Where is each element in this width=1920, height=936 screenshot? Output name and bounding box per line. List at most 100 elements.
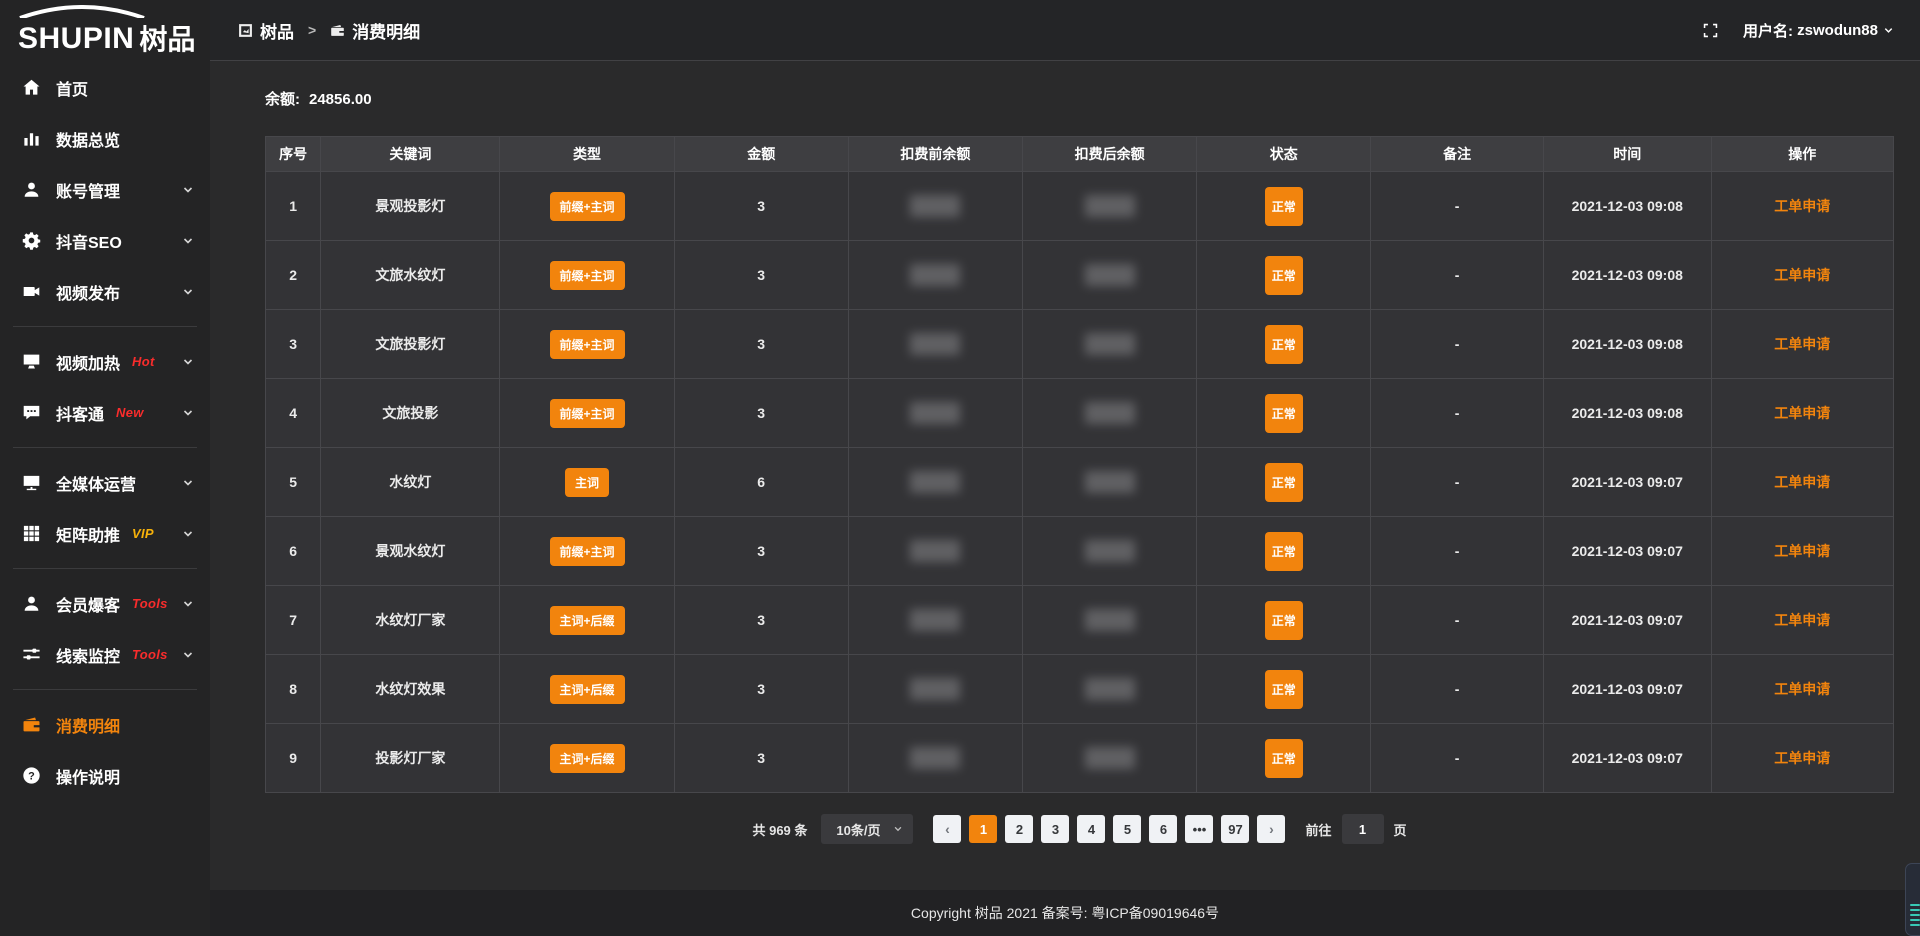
cell-index: 2 [266, 241, 321, 310]
masked-value [910, 678, 960, 700]
fullscreen-icon[interactable] [1702, 22, 1719, 39]
sidebar-item-data-overview[interactable]: 数据总览 [0, 113, 210, 164]
type-badge: 前缀+主词 [550, 330, 625, 359]
column-header: 扣费前余额 [848, 137, 1022, 172]
menu-divider [13, 326, 197, 327]
goto-suffix: 页 [1394, 820, 1407, 839]
chat-widget-stripe [1910, 924, 1920, 926]
work-order-link[interactable]: 工单申请 [1774, 543, 1830, 559]
sidebar-item-video-publish[interactable]: 视频发布 [0, 266, 210, 317]
logo-text-cn: 树品 [139, 26, 195, 54]
page-button-4[interactable]: 4 [1077, 815, 1105, 843]
sidebar-item-label: 会员爆客 [56, 592, 120, 616]
sidebar-item-member-baoke[interactable]: 会员爆客Tools [0, 578, 210, 629]
sidebar-item-consume-detail[interactable]: 消费明细 [0, 699, 210, 750]
grid-icon [22, 524, 41, 543]
work-order-link[interactable]: 工单申请 [1774, 336, 1830, 352]
user-menu[interactable]: 用户名: zswodun88 [1743, 20, 1894, 41]
cell-index: 3 [266, 310, 321, 379]
breadcrumb-item-shupin[interactable]: 树品 [238, 18, 294, 43]
next-page-button[interactable]: › [1257, 815, 1285, 843]
chevron-down-icon [182, 477, 194, 489]
page-size-select[interactable]: 10条/页 [821, 814, 913, 844]
status-badge: 正常 [1265, 325, 1303, 364]
breadcrumb-item-consume-detail[interactable]: 消费明细 [330, 18, 420, 43]
cell-status: 正常 [1197, 241, 1371, 310]
chat-widget-stripe [1910, 914, 1920, 916]
page-button-2[interactable]: 2 [1005, 815, 1033, 843]
work-order-link[interactable]: 工单申请 [1774, 474, 1830, 490]
home-icon [22, 78, 41, 97]
cell-note: - [1371, 448, 1544, 517]
sidebar-item-douketong[interactable]: 抖客通New [0, 387, 210, 438]
goto-page-input[interactable] [1342, 814, 1384, 844]
masked-value [910, 609, 960, 631]
cell-amount: 3 [674, 517, 848, 586]
work-order-link[interactable]: 工单申请 [1774, 405, 1830, 421]
sidebar-item-video-heat[interactable]: 视频加热Hot [0, 336, 210, 387]
column-header: 操作 [1711, 137, 1893, 172]
cell-action: 工单申请 [1711, 517, 1893, 586]
sidebar-item-label: 消费明细 [56, 713, 120, 737]
chat-widget-stripe [1910, 909, 1920, 911]
table-row: 1景观投影灯前缀+主词3正常-2021-12-03 09:08工单申请 [266, 172, 1894, 241]
chat-widget-stripe [1910, 904, 1920, 906]
user-icon [22, 180, 41, 199]
work-order-link[interactable]: 工单申请 [1774, 750, 1830, 766]
page-button-5[interactable]: 5 [1113, 815, 1141, 843]
chevron-down-icon [182, 528, 194, 540]
masked-value [910, 402, 960, 424]
balance-label: 余额: [265, 91, 300, 108]
type-badge: 主词+后缀 [550, 606, 625, 635]
chevron-down-icon [182, 184, 194, 196]
cell-time: 2021-12-03 09:07 [1543, 586, 1711, 655]
more-pages-button[interactable]: ••• [1185, 815, 1213, 843]
cell-action: 工单申请 [1711, 448, 1893, 517]
page-button-1[interactable]: 1 [969, 815, 997, 843]
sidebar-item-label: 线索监控 [56, 643, 120, 667]
breadcrumb-label: 消费明细 [352, 18, 420, 43]
sidebar-item-matrix-boost[interactable]: 矩阵助推VIP [0, 508, 210, 559]
cell-keyword: 文旅投影灯 [321, 310, 500, 379]
work-order-link[interactable]: 工单申请 [1774, 267, 1830, 283]
chat-widget[interactable] [1905, 863, 1920, 936]
status-badge: 正常 [1265, 670, 1303, 709]
video-icon [22, 282, 41, 301]
sidebar-item-instructions[interactable]: ?操作说明 [0, 750, 210, 801]
masked-value [910, 195, 960, 217]
work-order-link[interactable]: 工单申请 [1774, 198, 1830, 214]
question-icon: ? [22, 766, 41, 785]
column-header: 扣费后余额 [1022, 137, 1196, 172]
sidebar-item-douyin-seo[interactable]: 抖音SEO [0, 215, 210, 266]
cell-status: 正常 [1197, 586, 1371, 655]
page-button-6[interactable]: 6 [1149, 815, 1177, 843]
work-order-link[interactable]: 工单申请 [1774, 612, 1830, 628]
masked-value [910, 264, 960, 286]
prev-page-button[interactable]: ‹ [933, 815, 961, 843]
cell-status: 正常 [1197, 448, 1371, 517]
cell-action: 工单申请 [1711, 655, 1893, 724]
page-button-3[interactable]: 3 [1041, 815, 1069, 843]
sidebar-item-clue-monitor[interactable]: 线索监控Tools [0, 629, 210, 680]
sidebar-item-home[interactable]: 首页 [0, 62, 210, 113]
cell-balance-before [848, 172, 1022, 241]
table-header-row: 序号关键词类型金额扣费前余额扣费后余额状态备注时间操作 [266, 137, 1894, 172]
cell-keyword: 水纹灯厂家 [321, 586, 500, 655]
sidebar-item-account-manage[interactable]: 账号管理 [0, 164, 210, 215]
cell-keyword: 水纹灯效果 [321, 655, 500, 724]
breadcrumb: 树品>消费明细 [238, 18, 420, 43]
work-order-link[interactable]: 工单申请 [1774, 681, 1830, 697]
column-header: 类型 [500, 137, 674, 172]
masked-value [1085, 471, 1135, 493]
masked-value [1085, 747, 1135, 769]
masked-value [1085, 678, 1135, 700]
page-button-97[interactable]: 97 [1221, 815, 1249, 843]
status-badge: 正常 [1265, 463, 1303, 502]
sidebar-item-media-operation[interactable]: 全媒体运营 [0, 457, 210, 508]
grid-small-icon [238, 23, 253, 38]
cell-type: 前缀+主词 [500, 310, 674, 379]
cell-status: 正常 [1197, 724, 1371, 793]
cell-index: 9 [266, 724, 321, 793]
chevron-down-icon [182, 598, 194, 610]
cell-action: 工单申请 [1711, 310, 1893, 379]
